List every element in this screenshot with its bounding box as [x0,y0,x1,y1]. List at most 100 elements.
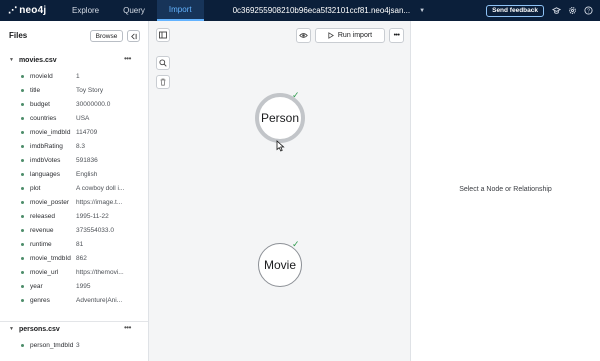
browse-button[interactable]: Browse [90,30,123,42]
more-options-icon: ••• [393,32,400,39]
file-header-movies[interactable]: ▼ movies.csv [9,55,57,65]
tab-explore[interactable]: Explore [60,0,111,21]
file-name: movies.csv [18,56,57,64]
tab-query[interactable]: Query [111,0,157,21]
divider [0,321,148,322]
mouse-cursor-icon [276,140,285,152]
field-bullet-icon [21,130,24,134]
list-item[interactable]: year 1995 [21,281,128,291]
list-item[interactable]: movie_url https://themovi... [21,267,128,277]
run-import-button[interactable]: Run import [315,28,385,43]
instance-selector[interactable]: 0c369255908210b96eca5f32101ccf81.neo4jsa… [228,6,425,15]
list-item[interactable]: imdbRating 8.3 [21,141,128,151]
field-name: person_tmdbId [30,341,74,349]
field-name: movie_url [30,268,59,276]
field-bullet-icon [21,256,24,260]
field-name: released [30,212,55,220]
field-name: movie_tmdbId [30,254,71,262]
preview-button[interactable] [296,28,311,43]
send-feedback-button[interactable]: Send feedback [486,4,544,17]
panel-toggle-icon [159,31,167,39]
details-panel: Select a Node or Relationship [411,21,600,361]
collapse-left-icon [131,33,137,39]
field-name: imdbVotes [30,156,61,164]
list-item[interactable]: revenue 373554033.0 [21,225,128,235]
search-button[interactable] [156,56,170,70]
field-sample-value: English [76,170,98,178]
field-bullet-icon [21,116,24,120]
list-item[interactable]: runtime 81 [21,239,128,249]
list-item[interactable]: languages English [21,169,128,179]
list-item[interactable]: countries USA [21,113,128,123]
field-sample-value: 30000000.0 [76,100,111,108]
list-item[interactable]: budget 30000000.0 [21,99,128,109]
field-bullet-icon [21,270,24,274]
check-icon: ✓ [292,91,300,101]
check-icon: ✓ [292,240,300,250]
run-import-label: Run import [337,32,373,39]
more-options-icon[interactable]: ••• [124,323,131,332]
toggle-panel-button[interactable] [156,28,170,42]
field-name: movie_poster [30,198,70,206]
chevron-down-icon: ▼ [9,57,14,63]
file-header-persons[interactable]: ▼ persons.csv [9,324,60,334]
field-sample-value: 1 [76,72,80,80]
svg-text:?: ? [587,9,590,15]
list-item[interactable]: genres Adventure|Ani... [21,295,128,305]
field-sample-value: USA [76,114,90,122]
field-sample-value: 1995-11-22 [76,212,109,220]
play-icon [328,32,334,39]
field-bullet-icon [21,102,24,106]
node-label: Movie [263,258,296,272]
field-bullet-icon [21,200,24,204]
field-name: revenue [30,226,54,234]
field-name: languages [30,170,60,178]
more-options-icon[interactable]: ••• [124,54,131,63]
field-bullet-icon [21,144,24,148]
field-bullet-icon [21,172,24,176]
field-sample-value: Toy Story [76,86,104,94]
field-name: genres [30,296,50,304]
list-item[interactable]: movieId 1 [21,71,128,81]
gear-icon[interactable] [568,6,577,15]
list-item[interactable]: movie_poster https://image.t... [21,197,128,207]
neo4j-logo[interactable]: ⋰ neo4j [8,5,60,16]
field-sample-value: 3 [76,341,80,349]
field-name: movie_imdbId [30,128,71,136]
tab-import[interactable]: Import [156,0,204,21]
list-item[interactable]: movie_tmdbId 862 [21,253,128,263]
files-panel: Files Browse ▼ movies.csv ••• movieId 1 ti… [0,21,149,361]
field-sample-value: 1995 [76,282,91,290]
trash-icon [160,78,166,86]
collapse-panel-button[interactable] [127,30,140,42]
field-name: imdbRating [30,142,63,150]
field-name: runtime [30,240,52,248]
list-item[interactable]: released 1995-11-22 [21,211,128,221]
field-sample-value: 114709 [76,128,98,136]
field-bullet-icon [21,214,24,218]
logo-text: neo4j [19,5,47,16]
graduation-cap-icon[interactable] [552,6,561,15]
field-bullet-icon [21,158,24,162]
field-sample-value: https://themovi... [76,268,124,276]
field-bullet-icon [21,88,24,92]
field-bullet-icon [21,186,24,190]
file-name: persons.csv [18,325,60,333]
field-sample-value: 862 [76,254,87,262]
field-bullet-icon [21,298,24,302]
field-bullet-icon [21,228,24,232]
more-options-button[interactable]: ••• [389,28,404,43]
list-item[interactable]: person_tmdbId 3 [21,340,128,350]
delete-button[interactable] [156,75,170,89]
chevron-down-icon: ▼ [9,326,14,332]
list-item[interactable]: movie_imdbId 114709 [21,127,128,137]
help-icon[interactable]: ? [584,6,593,15]
list-item[interactable]: plot A cowboy doll i... [21,183,128,193]
list-item[interactable]: imdbVotes 591836 [21,155,128,165]
list-item[interactable]: title Toy Story [21,85,128,95]
model-canvas[interactable]: Run import ••• Person ✓ Movie ✓ [149,21,411,361]
field-sample-value: A cowboy doll i... [76,184,125,192]
field-bullet-icon [21,343,24,347]
neo4j-logo-icon: ⋰ [8,5,18,16]
field-bullet-icon [21,284,24,288]
